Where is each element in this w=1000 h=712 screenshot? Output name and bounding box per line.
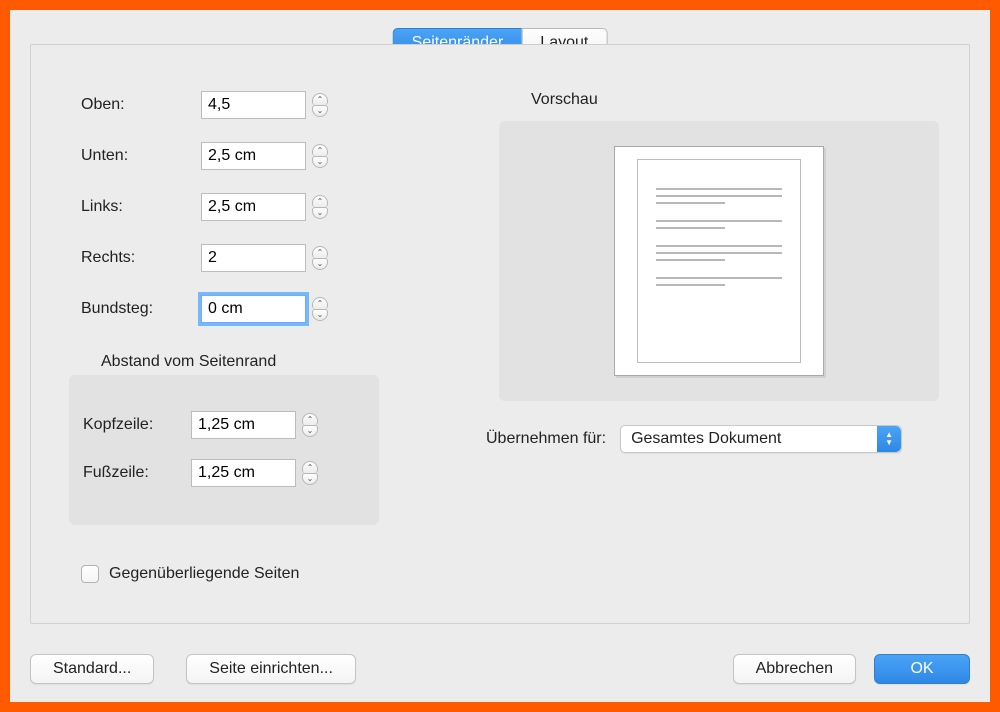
chevron-up-icon[interactable]: ⌃ bbox=[302, 413, 318, 425]
label-footer: Fußzeile: bbox=[83, 464, 191, 482]
distance-from-edge-group: Abstand vom Seitenrand Kopfzeile: ⌃ ⌄ Fu… bbox=[69, 375, 379, 525]
ok-button-label: OK bbox=[910, 660, 933, 678]
label-bottom: Unten: bbox=[81, 147, 201, 165]
preview-box bbox=[499, 121, 939, 401]
row-bottom: Unten: ⌃ ⌄ bbox=[81, 142, 401, 170]
input-gutter[interactable] bbox=[201, 295, 306, 323]
stepper-header[interactable]: ⌃ ⌄ bbox=[302, 412, 318, 438]
stepper-footer[interactable]: ⌃ ⌄ bbox=[302, 460, 318, 486]
label-top: Oben: bbox=[81, 96, 201, 114]
apply-to-label: Übernehmen für: bbox=[486, 430, 606, 448]
input-top[interactable] bbox=[201, 91, 306, 119]
preview-page-inner bbox=[637, 159, 801, 363]
stepper-gutter[interactable]: ⌃ ⌄ bbox=[312, 296, 328, 322]
stepper-bottom[interactable]: ⌃ ⌄ bbox=[312, 143, 328, 169]
default-button[interactable]: Standard... bbox=[30, 654, 154, 684]
label-left: Links: bbox=[81, 198, 201, 216]
stepper-top[interactable]: ⌃ ⌄ bbox=[312, 92, 328, 118]
row-right: Rechts: ⌃ ⌄ bbox=[81, 244, 401, 272]
label-header: Kopfzeile: bbox=[83, 416, 191, 434]
stepper-right[interactable]: ⌃ ⌄ bbox=[312, 245, 328, 271]
chevron-down-icon[interactable]: ⌄ bbox=[312, 258, 328, 270]
chevron-down-icon[interactable]: ⌄ bbox=[302, 425, 318, 437]
distance-group-title: Abstand vom Seitenrand bbox=[101, 353, 276, 371]
panel: Oben: ⌃ ⌄ Unten: ⌃ ⌄ bbox=[30, 44, 970, 624]
page-setup-button[interactable]: Seite einrichten... bbox=[186, 654, 356, 684]
row-gutter: Bundsteg: ⌃ ⌄ bbox=[81, 295, 401, 323]
button-row: Standard... Seite einrichten... Abbreche… bbox=[30, 654, 970, 684]
input-bottom[interactable] bbox=[201, 142, 306, 170]
chevron-up-icon[interactable]: ⌃ bbox=[312, 195, 328, 207]
cancel-button-label: Abbrechen bbox=[756, 660, 833, 678]
row-top: Oben: ⌃ ⌄ bbox=[81, 91, 401, 119]
chevron-up-icon[interactable]: ⌃ bbox=[302, 461, 318, 473]
mirror-margins-checkbox[interactable] bbox=[81, 565, 99, 583]
label-right: Rechts: bbox=[81, 249, 201, 267]
row-footer: Fußzeile: ⌃ ⌄ bbox=[83, 459, 379, 487]
margin-fields: Oben: ⌃ ⌄ Unten: ⌃ ⌄ bbox=[81, 91, 401, 346]
chevron-down-icon[interactable]: ⌄ bbox=[312, 309, 328, 321]
chevron-up-icon[interactable]: ⌃ bbox=[312, 297, 328, 309]
apply-to-select[interactable]: Gesamtes Dokument ▲▼ bbox=[620, 425, 902, 453]
mirror-margins-label: Gegenüberliegende Seiten bbox=[109, 565, 299, 583]
chevron-down-icon[interactable]: ⌄ bbox=[312, 156, 328, 168]
apply-to-row: Übernehmen für: Gesamtes Dokument ▲▼ bbox=[486, 425, 902, 453]
page-setup-button-label: Seite einrichten... bbox=[209, 660, 333, 678]
cancel-button[interactable]: Abbrechen bbox=[733, 654, 856, 684]
stepper-left[interactable]: ⌃ ⌄ bbox=[312, 194, 328, 220]
input-header[interactable] bbox=[191, 411, 296, 439]
mirror-margins-row: Gegenüberliegende Seiten bbox=[81, 565, 299, 583]
document-margins-dialog: Seitenränder Layout Oben: ⌃ ⌄ Unten: bbox=[0, 0, 1000, 712]
preview-label: Vorschau bbox=[531, 91, 598, 109]
input-left[interactable] bbox=[201, 193, 306, 221]
ok-button[interactable]: OK bbox=[874, 654, 970, 684]
chevron-up-icon[interactable]: ⌃ bbox=[312, 93, 328, 105]
chevron-down-icon[interactable]: ⌄ bbox=[312, 207, 328, 219]
input-right[interactable] bbox=[201, 244, 306, 272]
label-gutter: Bundsteg: bbox=[81, 300, 201, 318]
select-arrows-icon: ▲▼ bbox=[877, 426, 901, 452]
row-left: Links: ⌃ ⌄ bbox=[81, 193, 401, 221]
chevron-up-icon[interactable]: ⌃ bbox=[312, 144, 328, 156]
chevron-up-icon[interactable]: ⌃ bbox=[312, 246, 328, 258]
row-header: Kopfzeile: ⌃ ⌄ bbox=[83, 411, 379, 439]
default-button-label: Standard... bbox=[53, 660, 131, 678]
preview-page bbox=[614, 146, 824, 376]
chevron-down-icon[interactable]: ⌄ bbox=[302, 473, 318, 485]
apply-to-value: Gesamtes Dokument bbox=[631, 430, 781, 448]
chevron-down-icon[interactable]: ⌄ bbox=[312, 105, 328, 117]
input-footer[interactable] bbox=[191, 459, 296, 487]
